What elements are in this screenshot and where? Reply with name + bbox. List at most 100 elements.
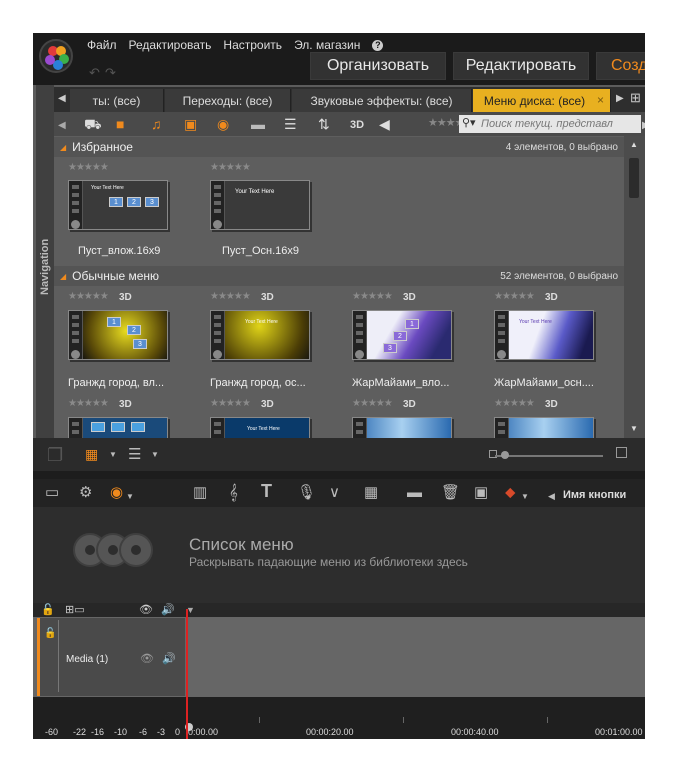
microphone-icon[interactable]: 🎙 xyxy=(297,484,316,502)
rating-stars[interactable]: ★★★★★ xyxy=(352,291,393,302)
close-tab-icon[interactable]: × xyxy=(597,93,604,107)
music-clef-icon[interactable]: 𝄞 xyxy=(229,484,238,502)
track-header[interactable]: 🔓 Media (1) 👁 🔊 xyxy=(37,618,185,696)
tab-transitions[interactable]: Переходы: (все) xyxy=(165,89,291,112)
sort-icon[interactable]: ⇅ xyxy=(318,116,330,132)
collapse-triangle-icon[interactable]: ◢ xyxy=(60,143,66,152)
menu-thumbnail[interactable]: Your Text Here 1 2 3 xyxy=(68,180,168,230)
rating-stars[interactable]: ★★★★★ xyxy=(68,398,109,409)
app-logo-icon[interactable] xyxy=(39,39,73,73)
menu-thumbnail[interactable]: 1 2 3 xyxy=(352,310,452,360)
scroll-up-icon[interactable]: ▲ xyxy=(630,140,638,149)
library-scrollbar[interactable]: ▲ ▼ xyxy=(624,136,645,438)
menu-thumbnail[interactable] xyxy=(68,417,168,438)
undo-icon[interactable]: ↶ xyxy=(89,65,100,81)
collapse-triangle-icon[interactable]: ◢ xyxy=(60,272,66,281)
menu-store[interactable]: Эл. магазин xyxy=(294,38,360,52)
cut-tool-icon[interactable]: ▬ xyxy=(407,484,422,502)
marker-icon[interactable]: ⬥ xyxy=(505,484,516,502)
zoom-slider[interactable] xyxy=(495,455,603,457)
tab-disc-menus-label: Меню диска: (все) xyxy=(483,93,586,108)
menu-list-panel[interactable]: Список меню Раскрывать падающие меню из … xyxy=(33,507,645,603)
monitor-icon[interactable]: ▭ xyxy=(45,484,59,502)
list-view-icon[interactable]: ☰ xyxy=(128,445,141,463)
settings-gear-icon[interactable]: ⚙ xyxy=(79,484,92,502)
trash-icon[interactable]: 🗑 xyxy=(441,484,460,502)
add-to-collection-icon[interactable]: ⛟ xyxy=(84,116,102,132)
music-icon[interactable]: ♫ xyxy=(151,116,162,132)
title-text-icon[interactable]: T xyxy=(261,482,272,500)
top-bar: Файл Редактировать Настроить Эл. магазин… xyxy=(33,33,645,85)
tag-filter-icon[interactable]: ◀ xyxy=(379,116,390,132)
tabs-right-arrow-icon[interactable]: ▶ xyxy=(616,93,624,104)
edit-mode-button[interactable]: Редактировать xyxy=(453,52,589,80)
menu-file[interactable]: Файл xyxy=(87,38,117,52)
navigation-strip[interactable]: Navigation xyxy=(36,85,54,471)
thumb-text: Your Text Here xyxy=(519,319,552,325)
organize-mode-button[interactable]: Организовать xyxy=(310,52,446,80)
fade-curve-icon[interactable]: ∨ xyxy=(329,484,340,502)
audio-levels-icon[interactable]: ▥ xyxy=(193,484,207,502)
menu-thumbnail[interactable]: 1 2 3 xyxy=(68,310,168,360)
playhead-line[interactable] xyxy=(186,609,188,739)
filter-3d-button[interactable]: 3D xyxy=(350,117,364,133)
regular-menus-section-header[interactable]: ◢ Обычные меню 52 элементов, 0 выбрано xyxy=(54,266,624,286)
add-track-icon[interactable]: ⊞▭ xyxy=(65,603,85,616)
timeline-ruler[interactable]: -60 -22 -16 -10 -6 -3 0 0:00.00 00:00:20… xyxy=(33,697,645,739)
rating-stars[interactable]: ★★★★★ xyxy=(494,398,535,409)
create-mode-button[interactable]: Созд xyxy=(596,52,645,80)
layout-grid-icon[interactable]: ▦ xyxy=(364,484,378,502)
search-input[interactable]: ⚲▾ Поиск текущ. представл xyxy=(459,115,641,133)
scrollbar-thumb[interactable] xyxy=(629,158,639,198)
menu-settings[interactable]: Настроить xyxy=(223,38,282,52)
view-list-icon[interactable]: ☰ xyxy=(284,116,297,132)
chevron-down-icon[interactable]: ▼ xyxy=(126,488,134,506)
menu-thumbnail[interactable]: Your Text Here xyxy=(210,180,310,230)
rating-stars[interactable]: ★★★★★ xyxy=(68,291,109,302)
add-tab-icon[interactable]: ⊞ xyxy=(630,90,641,106)
stack-icon[interactable]: ❐ xyxy=(47,445,63,466)
menu-thumbnail[interactable]: Your Text Here xyxy=(494,310,594,360)
menu-edit[interactable]: Редактировать xyxy=(129,38,212,52)
track-lock-icon[interactable]: 🔓 xyxy=(44,628,56,639)
tab-titles[interactable]: ты: (все) xyxy=(70,89,164,112)
menu-thumbnail[interactable] xyxy=(494,417,594,438)
tab-disc-menus[interactable]: Меню диска: (все) × xyxy=(473,89,611,112)
photo-icon[interactable]: ▣ xyxy=(184,116,197,132)
audio-speaker-icon[interactable]: 🔊 xyxy=(161,603,175,616)
track-audio-speaker-icon[interactable]: 🔊 xyxy=(162,652,176,665)
chevron-down-icon[interactable]: ▼ xyxy=(151,450,159,459)
favorites-section-header[interactable]: ◢ Избранное 4 элементов, 0 выбрано xyxy=(54,137,624,157)
rating-stars[interactable]: ★★★★★ xyxy=(210,162,251,173)
prev-button-arrow-icon[interactable]: ◀ xyxy=(548,487,555,505)
zoom-slider-knob[interactable] xyxy=(501,451,509,459)
scroll-down-icon[interactable]: ▼ xyxy=(630,424,638,433)
button-name-label[interactable]: Имя кнопки xyxy=(563,486,626,504)
tab-sound-effects[interactable]: Звуковые эффекты: (все) xyxy=(292,89,472,112)
zoom-large-icon[interactable] xyxy=(616,447,627,458)
rating-stars[interactable]: ★★★★★ xyxy=(494,291,535,302)
grid-view-icon[interactable]: ▦ xyxy=(85,446,98,463)
lock-icon[interactable]: 🔓 xyxy=(41,603,55,616)
folder-icon[interactable]: ▬ xyxy=(251,116,265,132)
rating-stars[interactable]: ★★★★★ xyxy=(68,162,109,173)
toolbar-right-arrow-icon[interactable]: ▶ xyxy=(642,118,645,134)
rating-stars[interactable]: ★★★★★ xyxy=(210,398,251,409)
disc-project-icon[interactable]: ◉ xyxy=(217,116,229,132)
snapshot-camera-icon[interactable]: ▣ xyxy=(474,484,488,502)
chevron-down-icon[interactable]: ▼ xyxy=(521,488,529,506)
disc-menu-icon[interactable]: ◉ xyxy=(110,484,123,502)
menu-thumbnail[interactable] xyxy=(352,417,452,438)
rating-stars[interactable]: ★★★★★ xyxy=(352,398,393,409)
tabs-left-arrow-icon[interactable]: ◀ xyxy=(58,93,66,104)
chevron-down-icon[interactable]: ▼ xyxy=(109,450,117,459)
redo-icon[interactable]: ↷ xyxy=(105,65,116,81)
menu-thumbnail[interactable]: Your Text Here xyxy=(210,417,310,438)
visibility-eye-icon[interactable]: 👁 xyxy=(139,603,153,616)
toolbar-left-arrow-icon[interactable]: ◀ xyxy=(58,118,66,134)
rating-stars[interactable]: ★★★★★ xyxy=(210,291,251,302)
menu-thumbnail[interactable]: Your Text Here xyxy=(210,310,310,360)
help-icon[interactable]: ? xyxy=(372,40,384,51)
video-icon[interactable]: ■ xyxy=(116,116,124,132)
track-visibility-eye-icon[interactable]: 👁 xyxy=(140,652,154,665)
